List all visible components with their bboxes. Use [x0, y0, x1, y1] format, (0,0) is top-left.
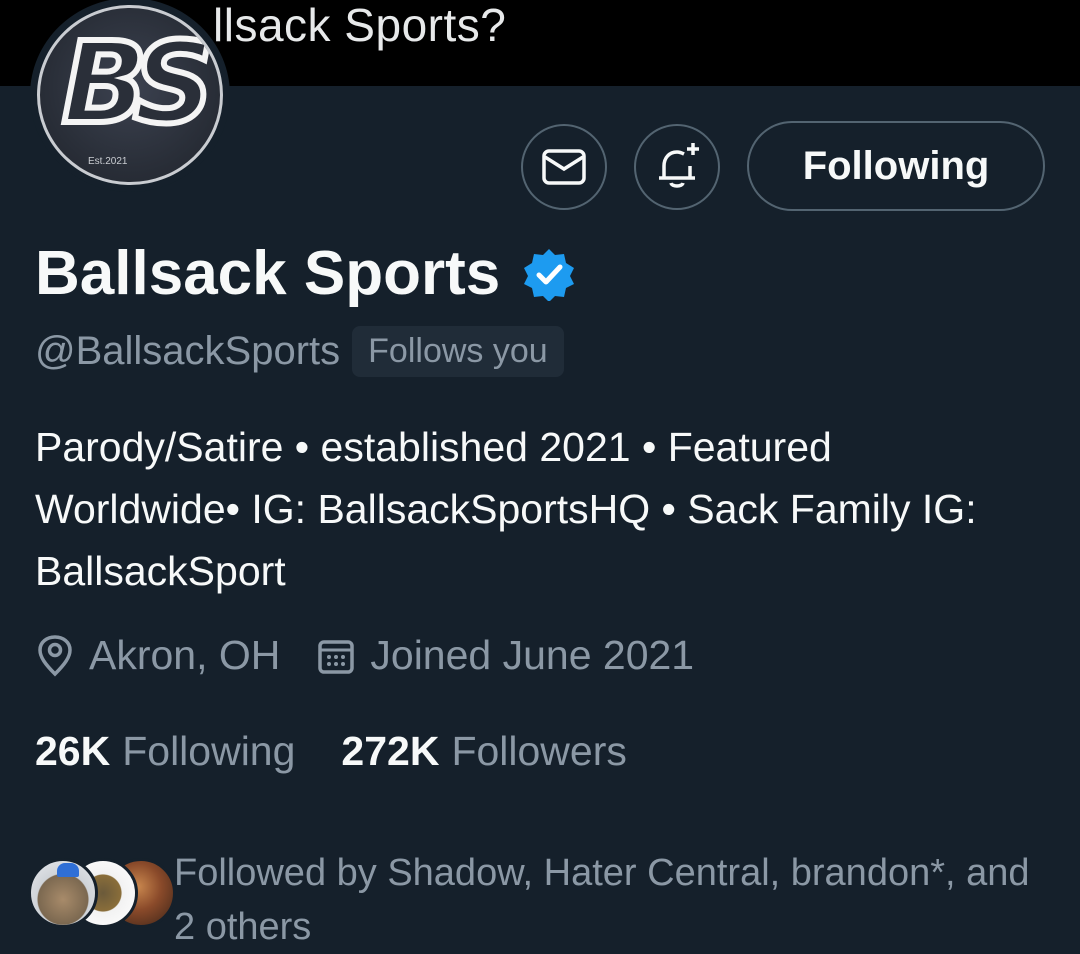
stats-row: 26K Following 272K Followers: [35, 728, 627, 775]
follows-you-badge: Follows you: [352, 326, 564, 377]
avatar-image: BS Est.2021: [37, 5, 223, 185]
followers-count: 272K: [341, 728, 440, 774]
handle-row: @BallsackSports Follows you: [35, 326, 564, 377]
followers-label: Followers: [451, 728, 627, 774]
joined-text: Joined June 2021: [370, 632, 695, 678]
topbar-title: llsack Sports?: [213, 0, 507, 51]
follower-avatar: [28, 858, 98, 928]
avatar-logo: BS: [59, 19, 217, 149]
profile-avatar[interactable]: BS Est.2021: [30, 0, 230, 192]
handle: @BallsackSports: [35, 329, 341, 373]
mail-icon: [542, 149, 586, 185]
location-item: Akron, OH: [35, 632, 280, 679]
joined-item: Joined June 2021: [316, 632, 694, 679]
display-name: Ballsack Sports: [35, 239, 501, 308]
following-count: 26K: [35, 728, 111, 774]
followers-stat[interactable]: 272K Followers: [341, 728, 626, 775]
following-label: Following: [122, 728, 296, 774]
following-stat[interactable]: 26K Following: [35, 728, 295, 775]
location-pin-icon: [38, 634, 72, 676]
verified-badge-icon: [524, 248, 575, 301]
calendar-icon: [318, 639, 355, 674]
message-button[interactable]: [521, 124, 607, 210]
followed-by-avatars[interactable]: [28, 858, 176, 930]
following-button[interactable]: Following: [747, 121, 1045, 211]
display-name-row: Ballsack Sports: [35, 238, 576, 309]
bio: Parody/Satire • established 2021 • Featu…: [35, 424, 977, 594]
avatar-est-text: Est.2021: [88, 156, 128, 167]
profile-meta: Akron, OH Joined June 2021: [35, 632, 730, 679]
followed-by-text[interactable]: Followed by Shadow, Hater Central, brand…: [174, 846, 1054, 954]
location-text: Akron, OH: [89, 632, 281, 678]
notify-button[interactable]: [634, 124, 720, 210]
bell-plus-icon: [659, 143, 699, 188]
